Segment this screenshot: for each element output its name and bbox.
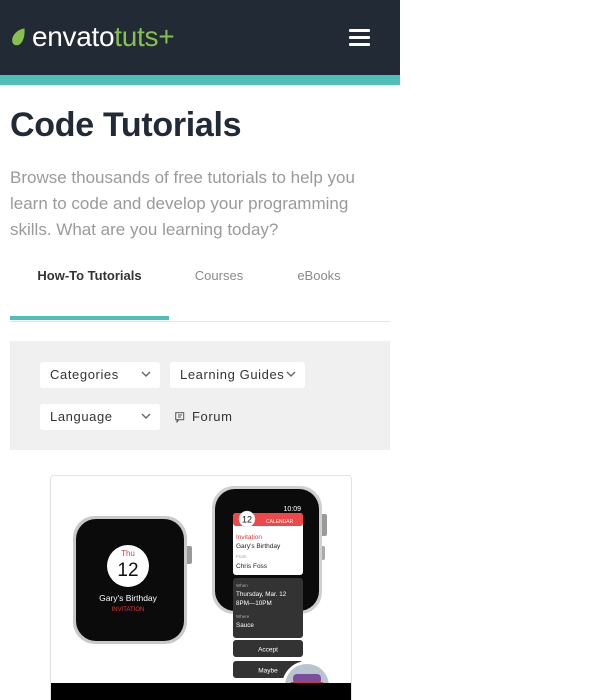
- page: envato tuts+ Code Tutorials Browse thous…: [0, 0, 400, 700]
- card-image-bottom: [51, 683, 351, 700]
- watch-right-from-name: Chris Foss: [236, 563, 268, 570]
- watch-right-from-label: From: [236, 554, 247, 559]
- header-accent-strip: [0, 75, 400, 85]
- chevron-down-icon: [141, 413, 151, 419]
- filter-panel: Categories Learning Guides Language Foru…: [10, 341, 390, 450]
- watch-left-day: Thu: [121, 549, 135, 558]
- tab-ebooks[interactable]: eBooks: [269, 262, 369, 320]
- forum-icon: [175, 411, 185, 423]
- logo-envato-text: envato: [32, 21, 115, 52]
- content-tabs: How-To Tutorials Courses eBooks: [10, 262, 390, 322]
- watch-right-type: Invitation: [236, 534, 262, 541]
- watch-right-event: Gary's Birthday: [236, 543, 281, 550]
- chevron-down-icon: [141, 371, 151, 377]
- watch-right-when-time: 8PM—10PM: [236, 600, 272, 607]
- apple-watch-thumbnail: Thu 12 Gary's Birthday INVITATION 10:09 …: [73, 486, 332, 700]
- watch-right-where-place: Sauce: [236, 622, 254, 629]
- learning-guides-dropdown[interactable]: Learning Guides: [170, 362, 305, 388]
- leaf-icon: [12, 28, 25, 46]
- logo-tuts-text: tuts+: [114, 21, 175, 52]
- page-title: Code Tutorials: [10, 106, 242, 144]
- learning-guides-label: Learning Guides: [180, 367, 285, 382]
- watch-right: 10:09 12 CALENDAR Invitation Gary's Birt…: [212, 486, 327, 678]
- watch-left-date: 12: [117, 560, 138, 581]
- watch-right-maybe: Maybe: [258, 668, 278, 675]
- watch-right-when-label: When: [236, 583, 248, 588]
- watch-right-when-date: Thursday, Mar. 12: [236, 591, 287, 598]
- categories-dropdown[interactable]: Categories: [40, 362, 160, 388]
- chevron-down-icon: [286, 371, 296, 377]
- tab-courses[interactable]: Courses: [169, 262, 269, 320]
- watch-right-date: 12: [242, 515, 252, 525]
- language-dropdown[interactable]: Language: [40, 404, 160, 430]
- categories-label: Categories: [50, 367, 119, 382]
- watch-left: Thu 12 Gary's Birthday INVITATION: [73, 516, 192, 644]
- watch-left-event: Gary's Birthday: [99, 593, 158, 603]
- envato-tuts-logo[interactable]: envato tuts+: [10, 21, 175, 52]
- language-label: Language: [50, 409, 113, 424]
- watch-right-app: CALENDAR: [266, 519, 294, 525]
- tutorial-card[interactable]: Thu 12 Gary's Birthday INVITATION 10:09 …: [50, 475, 352, 700]
- site-header: envato tuts+: [0, 0, 400, 75]
- tab-how-to-tutorials[interactable]: How-To Tutorials: [10, 262, 169, 320]
- watch-right-where-label: Where: [236, 614, 250, 619]
- forum-label: Forum: [192, 409, 233, 424]
- watch-right-accept: Accept: [258, 647, 278, 654]
- watch-left-label: INVITATION: [112, 607, 145, 613]
- watch-right-time: 10:09: [283, 506, 301, 513]
- page-intro: Browse thousands of free tutorials to he…: [10, 168, 355, 239]
- forum-link[interactable]: Forum: [175, 404, 233, 430]
- hamburger-menu-icon[interactable]: [346, 28, 372, 48]
